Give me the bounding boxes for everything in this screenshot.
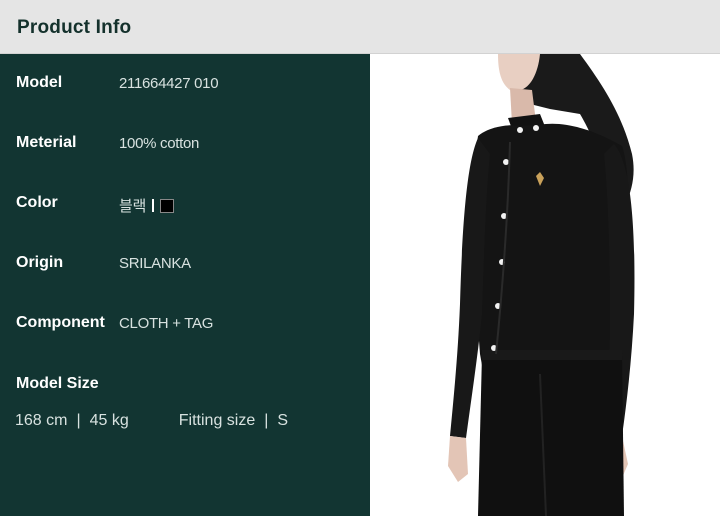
size-separator: | [76, 412, 81, 429]
spec-value: 211664427 010 [119, 75, 219, 92]
color-swatch [160, 198, 175, 213]
spec-row-color: Color 블랙 [16, 194, 356, 216]
fitting-size-label: Fitting size [178, 412, 256, 429]
spec-value: 100% cotton [119, 135, 200, 152]
model-height: 168 cm [15, 412, 68, 429]
page-title: Product Info [17, 17, 132, 38]
color-name: 블랙 [119, 198, 147, 215]
model-weight: 45 kg [89, 412, 129, 429]
spec-label: Model [16, 74, 63, 91]
spec-label: Component [16, 314, 105, 331]
spec-value: CLOTH + TAG [119, 315, 214, 332]
product-photo [370, 54, 720, 516]
fitting-size-value: S [277, 412, 289, 429]
spec-value: SRILANKA [119, 255, 191, 272]
size-separator: | [264, 412, 269, 429]
spec-row-component: Component CLOTH + TAG [16, 314, 356, 336]
model-size-line: 168 cm | 45 kg Fitting size | S [15, 412, 288, 430]
spec-row-model: Model 211664427 010 [16, 74, 356, 96]
model-wearing-cardigan-image [370, 54, 720, 516]
product-info-panel: Model 211664427 010 Meterial 100% cotton… [0, 54, 370, 516]
model-size-label: Model Size [16, 375, 99, 392]
spec-row-material: Meterial 100% cotton [16, 134, 356, 156]
spec-label: Color [16, 194, 58, 211]
spec-value-color: 블랙 [119, 195, 175, 216]
spec-label: Meterial [16, 134, 77, 151]
spec-row-origin: Origin SRILANKA [16, 254, 356, 276]
spec-label: Origin [16, 254, 64, 271]
color-divider [152, 199, 155, 212]
page-header: Product Info [0, 0, 720, 54]
